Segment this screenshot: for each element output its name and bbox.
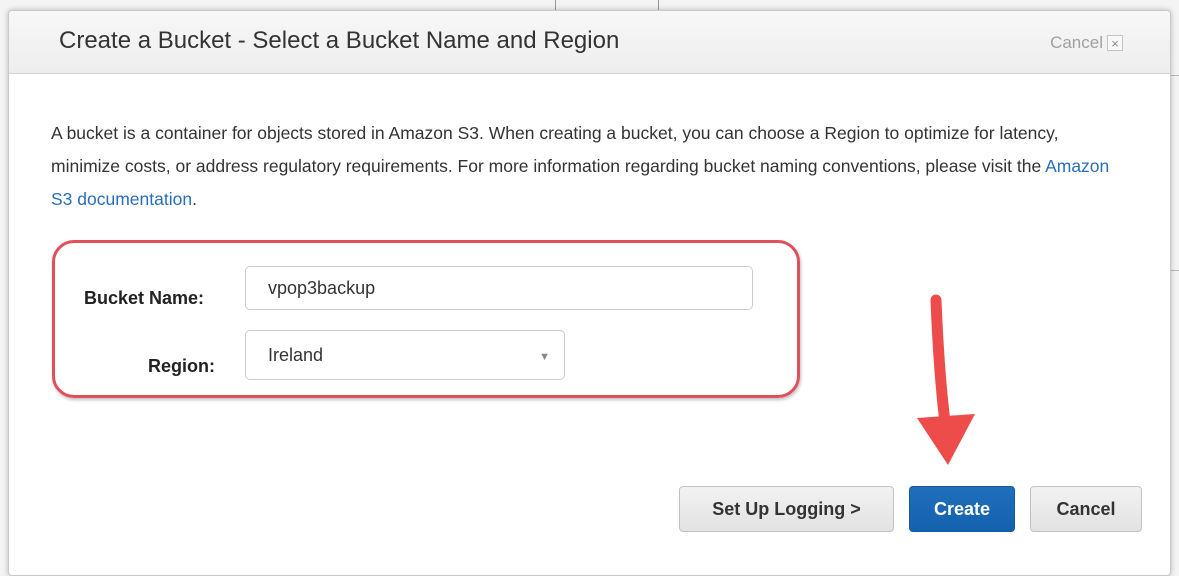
background-divider [658, 0, 659, 10]
close-icon[interactable]: × [1107, 35, 1123, 51]
bucket-name-label: Bucket Name: [84, 288, 205, 308]
description-suffix: . [192, 189, 197, 209]
dialog-header: Create a Bucket - Select a Bucket Name a… [9, 11, 1170, 74]
background-divider [555, 0, 556, 10]
region-select[interactable]: Ireland ▼ [245, 330, 565, 380]
description-body: A bucket is a container for objects stor… [51, 123, 1059, 176]
set-up-logging-button[interactable]: Set Up Logging > [679, 486, 894, 532]
region-label: Region: [148, 356, 215, 376]
cancel-button[interactable]: Cancel [1030, 486, 1142, 532]
header-cancel-button[interactable]: Cancel × [1050, 33, 1123, 53]
dialog-title: Create a Bucket - Select a Bucket Name a… [59, 27, 620, 54]
bucket-name-input[interactable] [245, 266, 753, 310]
region-select-value: Ireland [268, 345, 324, 365]
red-arrow-annotation [917, 294, 975, 465]
chevron-down-icon: ▼ [539, 351, 550, 363]
create-button[interactable]: Create [909, 486, 1015, 532]
description-text: A bucket is a container for objects stor… [51, 117, 1131, 216]
header-cancel-label: Cancel [1050, 33, 1103, 52]
